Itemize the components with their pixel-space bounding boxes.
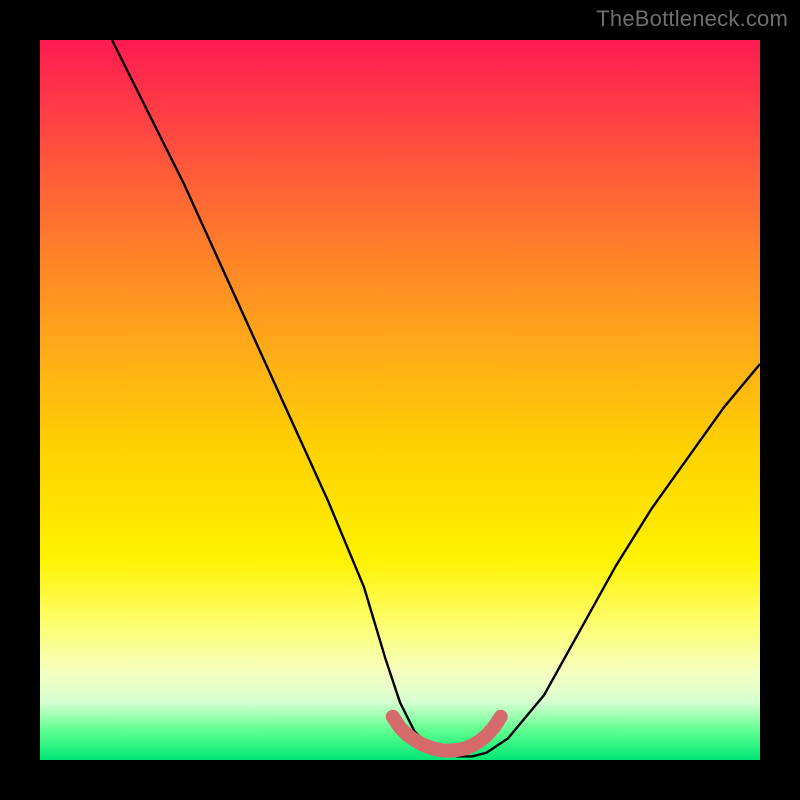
watermark-text: TheBottleneck.com — [596, 6, 788, 32]
chart-plot-area — [40, 40, 760, 760]
chart-frame: TheBottleneck.com — [0, 0, 800, 800]
good-band — [393, 717, 501, 751]
chart-svg — [40, 40, 760, 760]
bottleneck-curve — [112, 40, 760, 756]
